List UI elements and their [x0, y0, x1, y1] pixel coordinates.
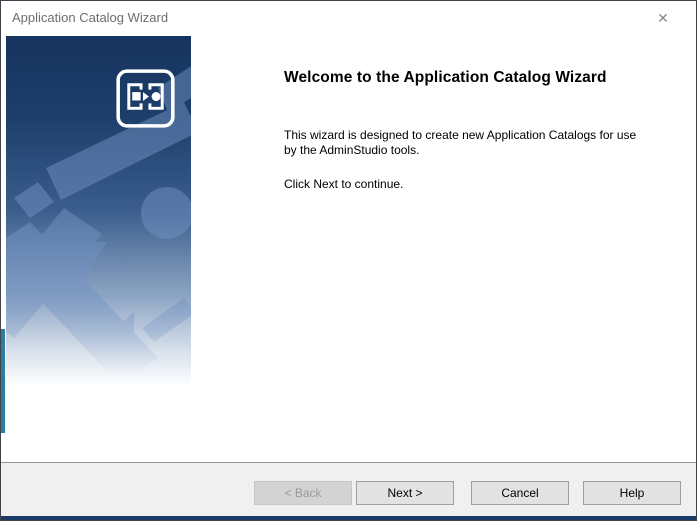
- cancel-button[interactable]: Cancel: [471, 481, 569, 505]
- window-bottom-border: [1, 516, 696, 520]
- back-button[interactable]: < Back: [254, 481, 352, 505]
- help-button[interactable]: Help: [583, 481, 681, 505]
- page-title: Welcome to the Application Catalog Wizar…: [284, 69, 607, 86]
- left-edge-accent: [1, 329, 5, 433]
- next-button[interactable]: Next >: [356, 481, 454, 505]
- body-paragraph: This wizard is designed to create new Ap…: [284, 128, 637, 157]
- title-bar: Application Catalog Wizard ✕: [1, 1, 696, 35]
- wizard-page-content: Welcome to the Application Catalog Wizar…: [284, 69, 652, 192]
- wizard-window: Application Catalog Wizard ✕ Welcome to …: [0, 0, 697, 521]
- wizard-sidebar-artwork: [6, 36, 191, 398]
- body-instruction: Click Next to continue.: [284, 177, 404, 191]
- window-title: Application Catalog Wizard: [12, 10, 169, 25]
- application-catalog-icon: [116, 69, 175, 128]
- close-icon[interactable]: ✕: [647, 5, 679, 32]
